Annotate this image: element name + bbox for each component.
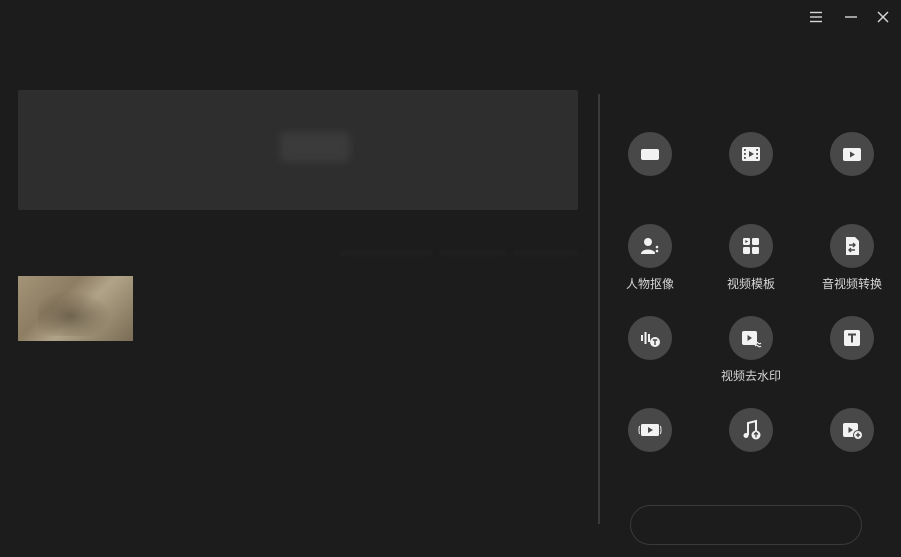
tool-play[interactable] — [812, 132, 892, 208]
tool-icon-circle — [628, 224, 672, 268]
video-play-icon — [638, 424, 662, 436]
title-bar — [0, 0, 901, 34]
convert-icon — [846, 237, 859, 255]
tool-icon-circle — [628, 316, 672, 360]
audio-text-icon — [641, 332, 660, 347]
close-button[interactable] — [871, 6, 895, 28]
tool-av-convert[interactable]: 音视频转换 — [812, 224, 892, 300]
camera-icon — [641, 149, 659, 160]
template-icon — [743, 238, 759, 254]
upload-hint — [280, 132, 350, 162]
app-title — [22, 30, 182, 74]
minimize-button[interactable] — [839, 6, 863, 28]
filter-tab[interactable] — [340, 232, 432, 254]
top-right-link[interactable] — [778, 40, 868, 64]
tool-video-player[interactable] — [610, 408, 690, 484]
tool-label: 视频模板 — [726, 277, 775, 291]
tool-icon-circle — [729, 408, 773, 452]
hamburger-icon — [810, 11, 822, 23]
menu-button[interactable] — [804, 6, 828, 28]
minimize-icon — [845, 16, 857, 18]
tool-icon-circle — [729, 316, 773, 360]
tool-portrait-cutout[interactable]: 人物抠像 — [610, 224, 690, 300]
video-watermark-icon — [742, 331, 762, 348]
music-icon — [743, 419, 761, 440]
tool-video-template[interactable]: 视频模板 — [711, 224, 791, 300]
tool-icon-circle — [729, 224, 773, 268]
tool-icon-circle — [830, 316, 874, 360]
tool-add-video[interactable] — [812, 408, 892, 484]
tool-icon-circle — [830, 408, 874, 452]
portrait-icon — [641, 238, 659, 254]
tool-icon-circle — [830, 132, 874, 176]
tool-label: 视频去水印 — [720, 369, 781, 383]
upload-area[interactable] — [18, 90, 578, 210]
thumbnail-caption — [18, 342, 138, 372]
thumbnail-image — [38, 286, 118, 336]
tool-icon-circle — [729, 132, 773, 176]
play-icon — [843, 148, 861, 161]
tool-icon-circle — [628, 132, 672, 176]
tool-audio-to-text[interactable] — [610, 316, 690, 392]
tool-camera[interactable] — [610, 132, 690, 208]
bottom-action-button[interactable] — [630, 505, 862, 545]
tool-icon-circle — [628, 408, 672, 452]
tool-remove-watermark[interactable]: 视频去水印 — [711, 316, 791, 392]
panel-divider — [598, 94, 600, 524]
tool-film[interactable] — [711, 132, 791, 208]
tools-header — [608, 86, 678, 108]
tool-label: 人物抠像 — [625, 277, 674, 291]
library-section-label — [20, 232, 110, 252]
video-thumbnail[interactable] — [18, 276, 133, 341]
filter-tab[interactable] — [514, 232, 578, 254]
filter-tab[interactable] — [440, 232, 506, 254]
close-icon — [877, 11, 889, 23]
tool-text[interactable] — [812, 316, 892, 392]
video-add-icon — [843, 423, 863, 440]
film-icon — [742, 147, 760, 161]
text-icon — [844, 330, 860, 346]
tool-label: 音视频转换 — [821, 277, 882, 291]
tool-icon-circle — [830, 224, 874, 268]
tool-music[interactable] — [711, 408, 791, 484]
